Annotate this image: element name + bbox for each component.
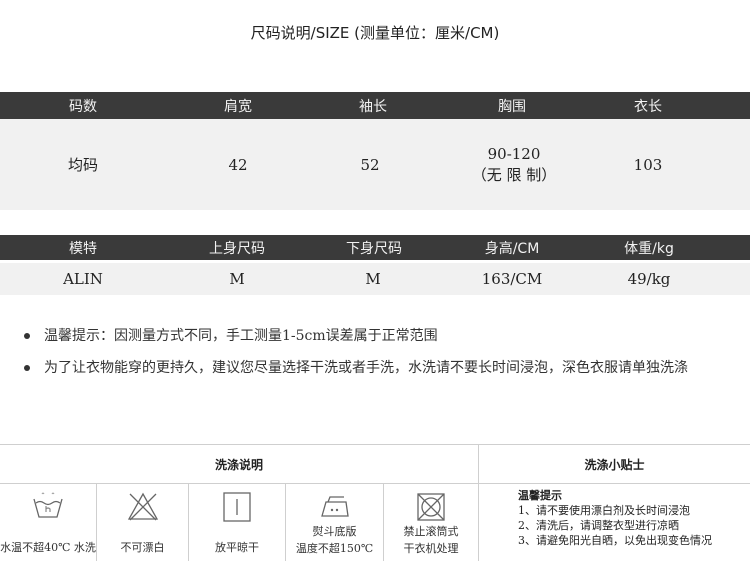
- chest-cell: 90-120 （无 限 制）: [472, 119, 557, 210]
- note-item: 为了让衣物能穿的更持久，建议您尽量选择干洗或者手洗，水洗请不要长时间浸泡，深色衣…: [24, 357, 688, 389]
- care-item-dry: 放平晾干: [189, 484, 285, 561]
- chest-note: （无 限 制）: [471, 165, 557, 184]
- model-table-row: ALIN M M 163/CM 49/kg: [0, 263, 750, 295]
- care-item-wash: 水温不超40℃ 水洗: [0, 484, 96, 561]
- care-item-tumble: 禁止滚筒式 干衣机处理: [384, 484, 478, 561]
- length-value: 103: [633, 155, 663, 174]
- note-text: 为了让衣物能穿的更持久，建议您尽量选择干洗或者手洗，水洗请不要长时间浸泡，深色衣…: [44, 360, 688, 376]
- size-value: 均码: [67, 156, 99, 174]
- note-text: 温馨提示：因测量方式不同，手工测量1-5cm误差属于正常范围: [44, 328, 438, 344]
- care-label: 温度不超150℃: [295, 542, 374, 555]
- model-header: 模特: [69, 240, 97, 257]
- tip-item: 2、清洗后，请调整衣型进行凉晒: [518, 519, 679, 532]
- height-value: 163/CM: [481, 270, 543, 288]
- length-header: 衣长: [634, 98, 662, 115]
- bottom-size-value: M: [365, 270, 381, 288]
- shoulder-header: 肩宽: [224, 98, 252, 115]
- care-item-bleach: 不可漂白: [97, 484, 188, 561]
- divider: [478, 445, 479, 561]
- top-size-header: 上身尺码: [209, 240, 265, 257]
- bottom-size-header: 下身尺码: [346, 240, 402, 257]
- care-tips: 温馨提示 1、请不要使用漂白剂及长时间浸泡 2、清洗后，请调整衣型进行凉晒 3、…: [518, 488, 712, 548]
- chest-header: 胸围: [498, 98, 526, 115]
- no-tumble-dry-icon: [414, 490, 448, 524]
- iron-icon: [318, 490, 352, 524]
- care-label: 不可漂白: [120, 541, 165, 554]
- sleeve-value: 52: [360, 155, 380, 174]
- care-label: 禁止滚筒式: [403, 525, 459, 538]
- weight-header: 体重/kg: [624, 240, 674, 257]
- size-table-row: 均码 42 52 90-120 （无 限 制） 103: [0, 119, 750, 210]
- size-header: 码数: [69, 98, 97, 115]
- care-instructions-header: 洗涤说明: [214, 457, 263, 472]
- tips-title: 温馨提示: [518, 489, 562, 502]
- model-table-header: 模特 上身尺码 下身尺码 身高/CM 体重/kg: [0, 235, 750, 260]
- wash-basin-icon: [31, 490, 65, 524]
- dry-flat-icon: [220, 490, 254, 524]
- care-label: 熨斗底版: [312, 525, 357, 538]
- notes-list: 温馨提示：因测量方式不同，手工测量1-5cm误差属于正常范围 为了让衣物能穿的更…: [24, 325, 688, 389]
- top-size-value: M: [229, 270, 245, 288]
- bullet-icon: [24, 333, 30, 339]
- height-header: 身高/CM: [484, 240, 540, 257]
- care-tips-header: 洗涤小贴士: [584, 457, 645, 472]
- care-item-iron: 熨斗底版 温度不超150℃: [286, 484, 383, 561]
- model-name: ALIN: [63, 270, 103, 288]
- sleeve-header: 袖长: [359, 98, 387, 115]
- care-label: 干衣机处理: [403, 542, 459, 555]
- bullet-icon: [24, 365, 30, 371]
- note-item: 温馨提示：因测量方式不同，手工测量1-5cm误差属于正常范围: [24, 325, 688, 357]
- shoulder-value: 42: [228, 155, 248, 174]
- weight-value: 49/kg: [627, 270, 671, 288]
- chest-value: 90-120: [487, 144, 541, 163]
- page-title: 尺码说明/SIZE (测量单位：厘米/CM): [250, 24, 500, 42]
- tip-item: 3、请避免阳光自晒，以免出现变色情况: [518, 534, 712, 547]
- no-bleach-icon: [126, 490, 160, 524]
- care-label: 水温不超40℃ 水洗: [0, 541, 96, 554]
- size-table-header: 码数 肩宽 袖长 胸围 衣长: [0, 92, 750, 119]
- care-label: 放平晾干: [215, 541, 259, 554]
- tip-item: 1、请不要使用漂白剂及长时间浸泡: [518, 504, 690, 517]
